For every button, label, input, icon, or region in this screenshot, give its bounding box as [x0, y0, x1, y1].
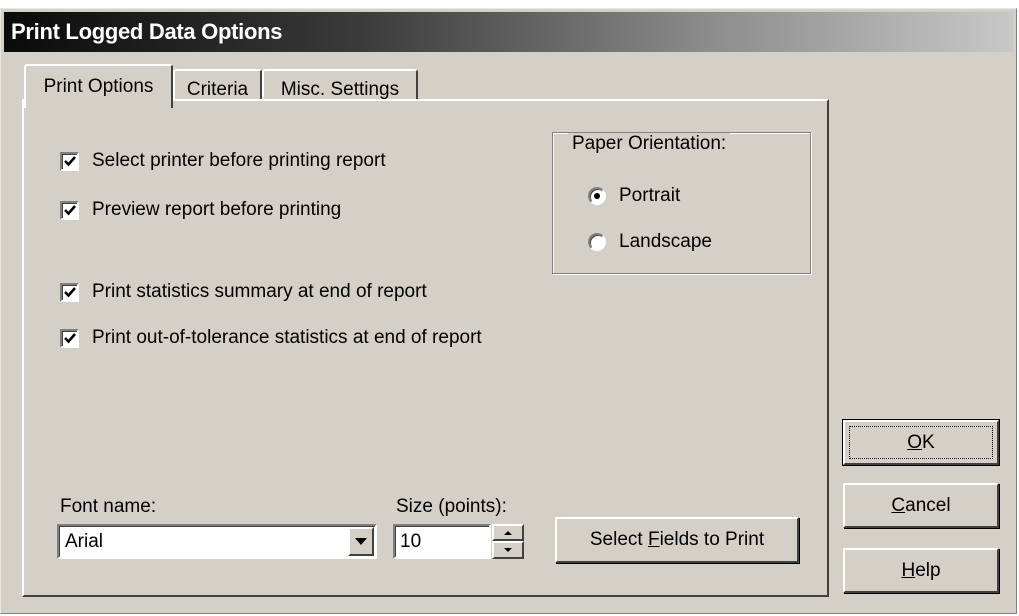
cancel-button[interactable]: Cancel [843, 483, 999, 528]
radio-label: Landscape [619, 231, 712, 252]
paper-orientation-legend: Paper Orientation: [568, 133, 731, 155]
radio-portrait[interactable]: Portrait [588, 185, 680, 207]
checkbox[interactable] [60, 200, 79, 220]
window-title-bar: Print Logged Data Options [4, 12, 1013, 52]
size-label: Size (points): [396, 496, 507, 517]
checkbox[interactable] [60, 151, 79, 171]
radio-landscape[interactable]: Landscape [588, 231, 712, 253]
option-label: Select printer before printing report [92, 150, 386, 171]
font-name-value: Arial [65, 530, 104, 552]
radio-label: Portrait [619, 185, 681, 206]
window-title: Print Logged Data Options [11, 19, 283, 44]
ok-button[interactable]: OK [842, 419, 1000, 466]
checkmark-icon [63, 287, 76, 298]
option-label: Preview report before printing [92, 199, 342, 220]
option-out-of-tolerance[interactable]: Print out-of-tolerance statistics at end… [60, 327, 482, 349]
radio-button[interactable] [588, 187, 606, 205]
size-spinner [492, 524, 524, 559]
tab-label: Criteria [186, 79, 249, 100]
tab-label: Misc. Settings [280, 79, 400, 100]
dropdown-button[interactable] [348, 527, 374, 556]
checkbox[interactable] [60, 328, 79, 348]
font-name-select[interactable]: Arial [57, 524, 377, 559]
button-label: Help [901, 559, 941, 581]
option-label: Print out-of-tolerance statistics at end… [92, 327, 482, 348]
option-label: Print statistics summary at end of repor… [92, 281, 427, 302]
checkmark-icon [63, 205, 76, 216]
size-input[interactable]: 10 [393, 524, 491, 559]
option-statistics-summary[interactable]: Print statistics summary at end of repor… [60, 281, 427, 303]
checkbox[interactable] [60, 282, 79, 302]
tab-label: Print Options [43, 76, 154, 97]
spin-down-button[interactable] [492, 541, 524, 559]
triangle-up-icon [504, 530, 512, 535]
size-value: 10 [400, 530, 422, 552]
select-fields-button[interactable]: Select Fields to Print [555, 517, 799, 563]
triangle-down-icon [504, 548, 512, 552]
button-label: Select Fields to Print [589, 529, 765, 550]
option-preview-report[interactable]: Preview report before printing [60, 199, 341, 221]
button-label: Cancel [891, 494, 951, 516]
spin-up-button[interactable] [492, 524, 524, 541]
help-button[interactable]: Help [843, 548, 999, 593]
active-tab-join [26, 99, 171, 103]
focus-rectangle [849, 426, 993, 459]
chevron-down-icon [355, 538, 367, 545]
radio-dot [594, 193, 600, 199]
option-select-printer[interactable]: Select printer before printing report [60, 150, 386, 172]
checkmark-icon [63, 156, 76, 167]
checkmark-icon [63, 333, 76, 344]
font-name-label: Font name: [60, 496, 157, 517]
radio-button[interactable] [588, 233, 606, 251]
